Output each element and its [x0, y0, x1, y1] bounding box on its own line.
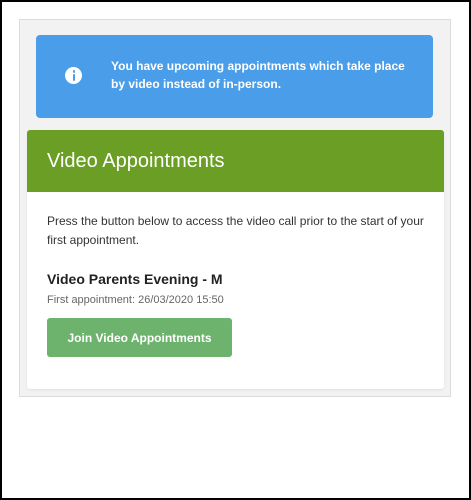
info-alert: You have upcoming appointments which tak… — [36, 35, 433, 118]
video-appointments-card: Video Appointments Press the button belo… — [27, 130, 444, 389]
card-description: Press the button below to access the vid… — [47, 214, 424, 247]
content-panel: You have upcoming appointments which tak… — [19, 19, 451, 397]
event-name: Video Parents Evening - M — [47, 271, 223, 287]
alert-message: You have upcoming appointments which tak… — [111, 59, 405, 91]
card-header: Video Appointments — [27, 130, 444, 192]
card-title: Video Appointments — [47, 150, 225, 172]
page-frame: You have upcoming appointments which tak… — [0, 0, 471, 500]
info-circle-icon — [65, 67, 82, 84]
join-video-appointments-button[interactable]: Join Video Appointments — [47, 318, 232, 357]
first-appointment-time: First appointment: 26/03/2020 15:50 — [47, 294, 224, 306]
